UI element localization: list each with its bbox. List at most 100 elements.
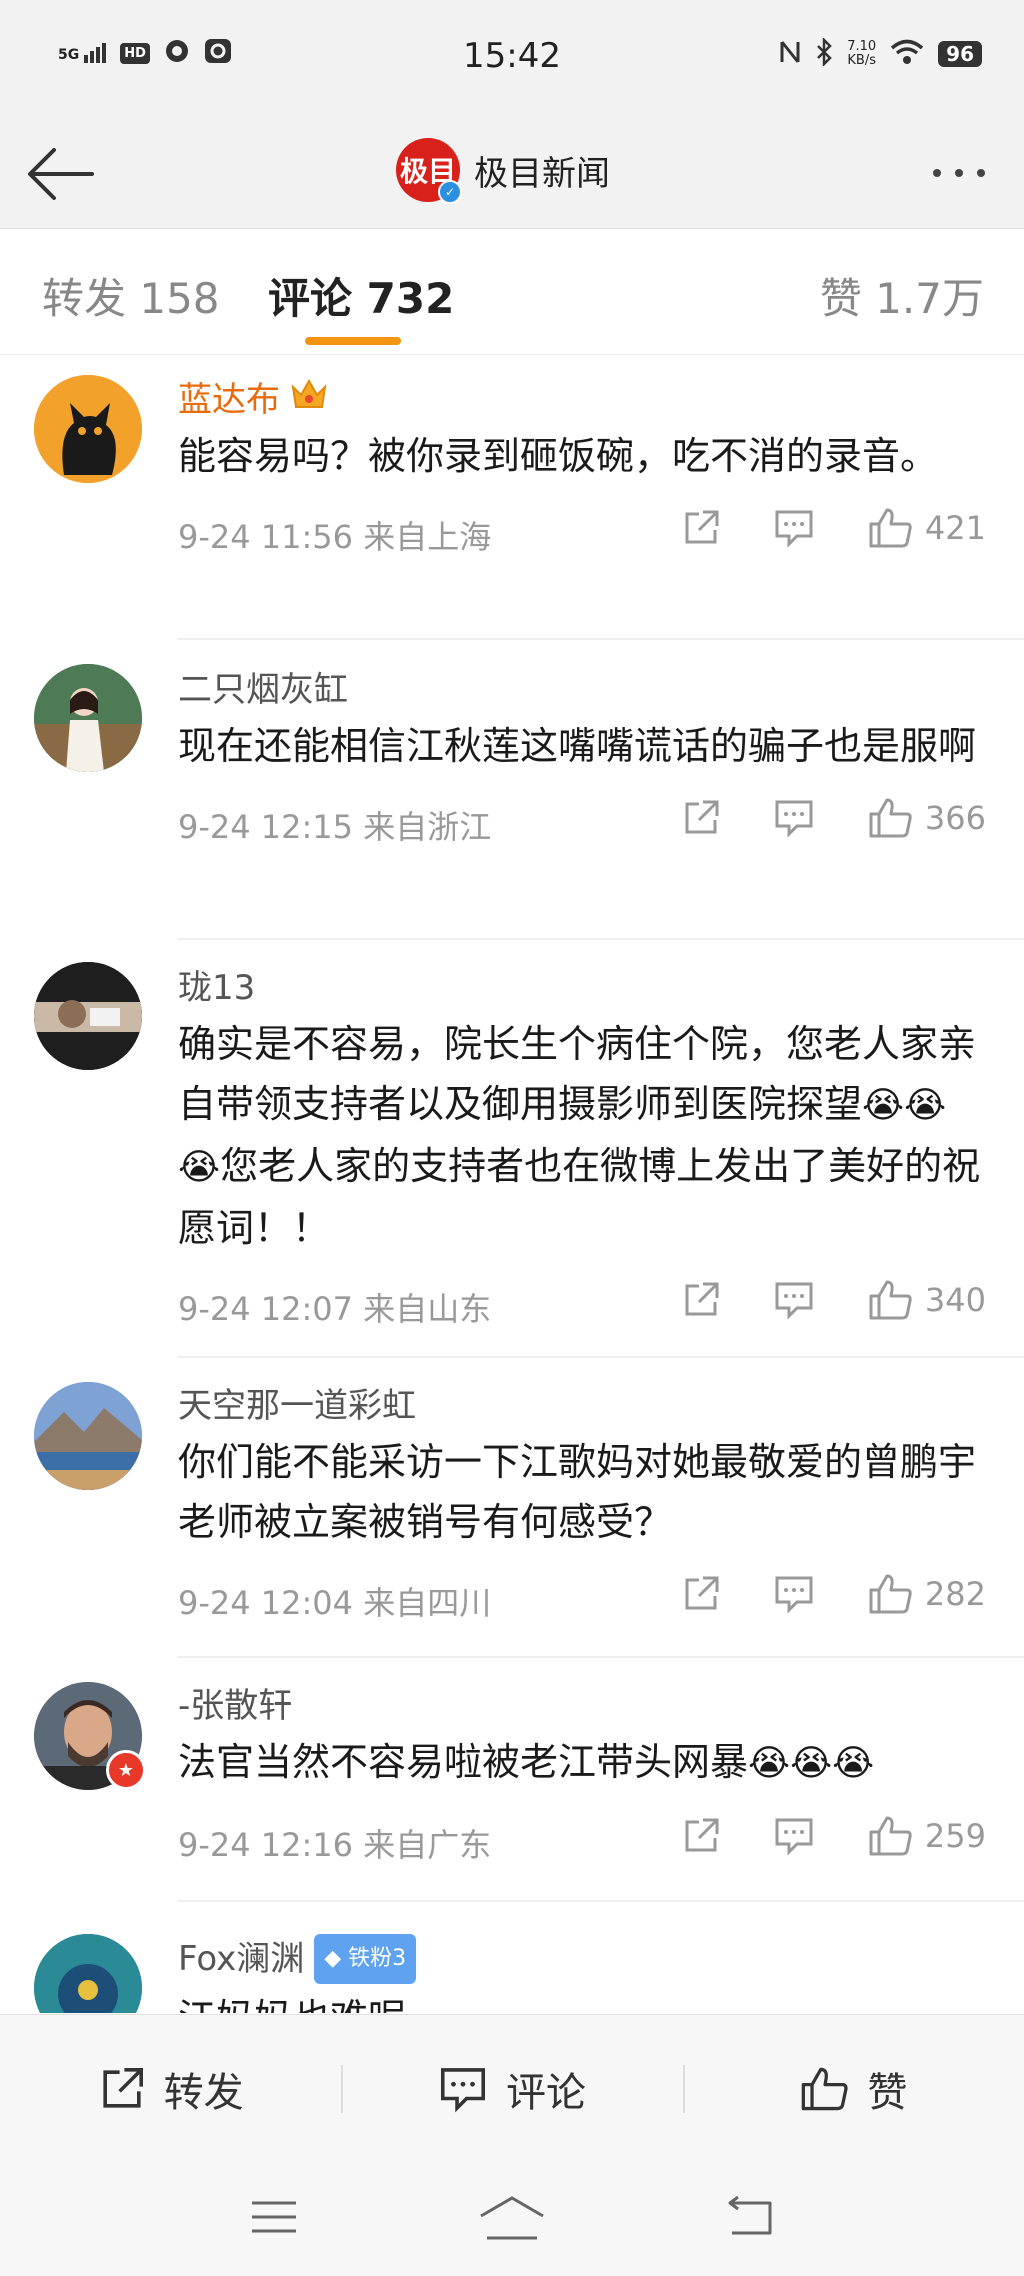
bluetooth-icon — [815, 36, 833, 70]
comment-time: 9-24 12:16 来自广东 — [178, 1826, 492, 1864]
comment-text: 确实是不容易，院长生个病住个院，您老人家亲自带领支持者以及御用摄影师到医院探望😭… — [178, 1022, 981, 1250]
comment-username[interactable]: 天空那一道彩虹 — [178, 1384, 986, 1428]
like-post-button[interactable]: 赞 — [682, 2015, 1024, 2163]
home-icon — [480, 2196, 544, 2240]
return-icon — [728, 2195, 772, 2235]
comment-username[interactable]: 珑13 — [178, 966, 986, 1010]
menu-nav-button[interactable] — [248, 2197, 300, 2241]
comment-time: 9-24 12:15 来自浙江 — [178, 808, 492, 846]
like-count: 282 — [924, 1575, 986, 1613]
like-count: 366 — [924, 799, 986, 837]
thumbs-up-icon — [869, 1280, 912, 1320]
avatar[interactable] — [34, 375, 142, 483]
more-dot-icon — [933, 169, 941, 177]
share-icon — [685, 800, 719, 834]
like-count: 421 — [924, 509, 986, 547]
comment-icon — [775, 510, 813, 548]
comment-username[interactable]: Fox澜渊 ◆ 铁粉3 — [178, 1934, 986, 1984]
like-button[interactable]: 421 — [867, 506, 986, 550]
share-icon — [685, 510, 719, 544]
comment-item: Fox澜渊 ◆ 铁粉3 江妈妈也难呢 — [0, 1900, 1024, 2013]
back-button[interactable] — [26, 138, 98, 210]
crown-icon — [290, 377, 328, 422]
comment-username[interactable]: 二只烟灰缸 — [178, 668, 986, 712]
comment-button[interactable]: 评论 — [341, 2015, 682, 2163]
comment-icon — [775, 800, 813, 838]
tab-bar: 转发 158 评论 732 赞 1.7万 — [0, 229, 1024, 355]
share-icon — [685, 1282, 719, 1316]
battery-indicator: 96 — [938, 41, 982, 67]
like-button[interactable]: 259 — [867, 1814, 986, 1858]
avatar[interactable] — [34, 664, 142, 772]
thumbs-up-icon — [802, 2067, 848, 2111]
verified-icon: ✓ — [438, 180, 462, 204]
avatar[interactable]: ★ — [34, 1682, 146, 1790]
avatar[interactable] — [34, 1934, 142, 2013]
share-button[interactable] — [681, 1280, 721, 1320]
menu-icon — [252, 2201, 297, 2233]
comment-username[interactable]: 蓝达布 — [178, 377, 986, 422]
home-nav-button[interactable] — [477, 2194, 547, 2244]
status-icons-right: 7.10 KB/s 96 — [779, 36, 982, 70]
comment-text: 江妈妈也难呢 — [178, 1988, 986, 2013]
like-button[interactable]: 282 — [867, 1572, 986, 1616]
comment-text: 你们能不能采访一下江歌妈对她最敬爱的曾鹏宇老师被立案被销号有何感受？ — [178, 1440, 977, 1544]
active-tab-indicator — [305, 337, 401, 345]
comment-item: 天空那一道彩虹 你们能不能采访一下江歌妈对她最敬爱的曾鹏宇老师被立案被销号有何感… — [0, 1356, 1024, 1658]
network-speed: 7.10 KB/s — [847, 39, 877, 68]
fan-badge: ◆ 铁粉3 — [314, 1934, 417, 1984]
comment-text: 法官当然不容易啦被老江带头网暴😭😭😭 — [178, 1740, 875, 1784]
account-name: 极目新闻 — [474, 153, 610, 194]
comment-item: ★ -张散轩 法官当然不容易啦被老江带头网暴😭😭😭 9-24 12:16 来自广… — [0, 1656, 1024, 1902]
more-options-button[interactable] — [924, 158, 994, 188]
comment-icon — [440, 2068, 486, 2113]
comment-item: 二只烟灰缸 现在还能相信江秋莲这嘴嘴谎话的骗子也是服啊 9-24 12:15 来… — [0, 638, 1024, 940]
share-icon — [103, 2068, 143, 2108]
tab-reposts[interactable]: 转发 158 — [42, 265, 220, 326]
tab-comments[interactable]: 评论 732 — [268, 265, 454, 326]
back-nav-button[interactable] — [724, 2195, 776, 2243]
wifi-icon — [890, 39, 924, 69]
back-arrow-icon — [28, 148, 94, 200]
share-icon — [685, 1818, 719, 1852]
comment-list: 蓝达布 能容易吗？被你录到砸饭碗，吃不消的录音。 9-24 11:56 来自上海 — [0, 355, 1024, 2013]
like-count: 259 — [924, 1817, 986, 1855]
more-dot-icon — [955, 169, 963, 177]
share-button[interactable] — [681, 1816, 721, 1856]
reply-button[interactable] — [773, 1816, 815, 1856]
account-brand[interactable]: 极目 ✓ 极目新闻 — [396, 138, 610, 204]
like-button[interactable]: 340 — [867, 1278, 986, 1322]
comment-time: 9-24 12:04 来自四川 — [178, 1584, 492, 1622]
avatar[interactable] — [34, 962, 142, 1070]
comment-username[interactable]: -张散轩 — [178, 1684, 986, 1728]
system-nav-bar — [0, 2162, 1024, 2276]
reply-button[interactable] — [773, 798, 815, 838]
reply-button[interactable] — [773, 1280, 815, 1320]
nfc-icon — [779, 38, 801, 70]
reply-button[interactable] — [773, 1574, 815, 1614]
thumbs-up-icon — [869, 798, 912, 838]
comment-text: 现在还能相信江秋莲这嘴嘴谎话的骗子也是服啊 — [178, 724, 977, 768]
thumbs-up-icon — [869, 508, 912, 548]
comment-icon — [775, 1818, 813, 1856]
share-button[interactable] — [681, 508, 721, 548]
bottom-action-bar: 转发 评论 赞 — [0, 2014, 1024, 2163]
thumbs-up-icon — [869, 1816, 912, 1856]
reply-button[interactable] — [773, 508, 815, 548]
emoji-group: 😭😭😭 — [748, 1743, 875, 1784]
comment-item: 珑13 确实是不容易，院长生个病住个院，您老人家亲自带领支持者以及御用摄影师到医… — [0, 938, 1024, 1358]
more-dot-icon — [977, 169, 985, 177]
screen: 5G HD 15:42 7.10 KB/s 96 极目 ✓ 极目新闻 转发 15… — [0, 0, 1024, 2276]
comment-item: 蓝达布 能容易吗？被你录到砸饭碗，吃不消的录音。 9-24 11:56 来自上海 — [0, 355, 1024, 640]
share-button[interactable] — [681, 1574, 721, 1614]
tab-likes[interactable]: 赞 1.7万 — [820, 265, 984, 326]
status-bar: 5G HD 15:42 7.10 KB/s 96 — [0, 0, 1024, 118]
app-header: 极目 ✓ 极目新闻 — [0, 118, 1024, 229]
comment-icon — [775, 1282, 813, 1320]
share-button[interactable] — [681, 798, 721, 838]
comment-time: 9-24 11:56 来自上海 — [178, 518, 492, 556]
avatar[interactable] — [34, 1382, 142, 1490]
like-button[interactable]: 366 — [867, 796, 986, 840]
like-count: 340 — [924, 1281, 986, 1319]
repost-button[interactable]: 转发 — [0, 2015, 341, 2163]
